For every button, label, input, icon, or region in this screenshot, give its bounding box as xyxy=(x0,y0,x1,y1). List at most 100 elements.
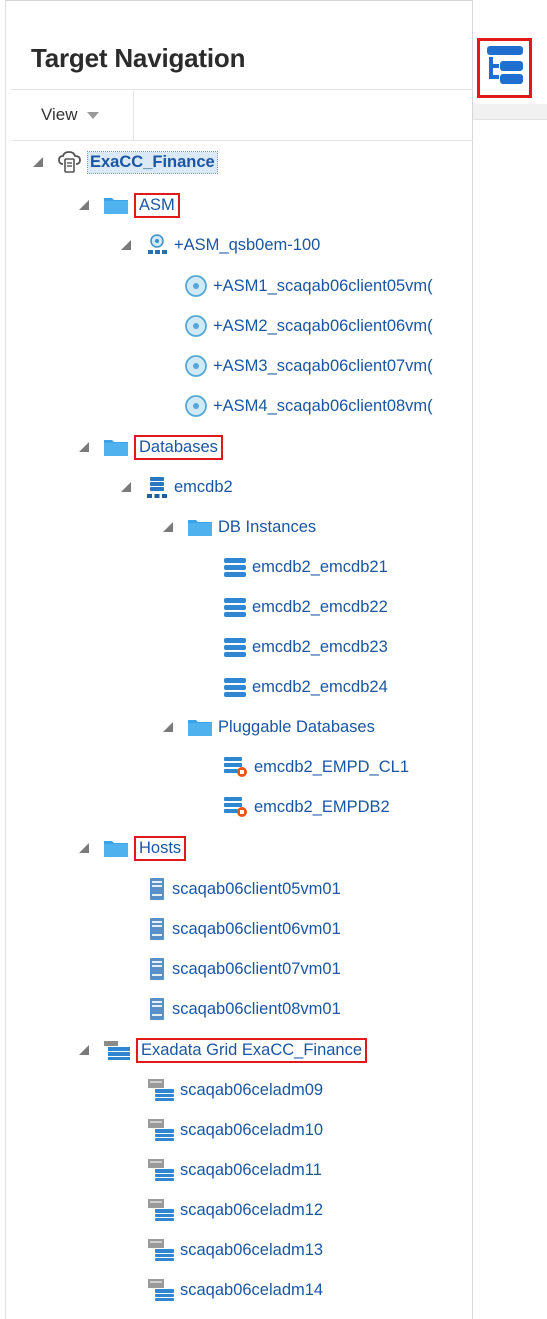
storage-cell-icon xyxy=(147,1198,175,1222)
tree-label-asm[interactable]: ASM xyxy=(134,192,180,218)
exadata-grid-icon xyxy=(103,1039,131,1061)
collapse-triangle-icon[interactable] xyxy=(79,442,89,452)
pluggable-database-icon xyxy=(223,755,249,779)
tree-node-db-instance[interactable]: emcdb2_emcdb21 xyxy=(223,548,388,586)
tree-label-exadata[interactable]: Exadata Grid ExaCC_Finance xyxy=(136,1037,368,1063)
db-instance-icon xyxy=(223,676,247,698)
tree-label-databases[interactable]: Databases xyxy=(134,434,223,460)
tree-node-asm-group[interactable]: ASM xyxy=(79,186,180,224)
tree-node-exadata-group[interactable]: Exadata Grid ExaCC_Finance xyxy=(79,1031,368,1069)
cloud-target-icon xyxy=(57,150,83,174)
tree-node-asm-instance[interactable]: +ASM3_scaqab06client07vm( xyxy=(184,347,433,385)
content-area xyxy=(473,0,547,1319)
panel-collapse-icon xyxy=(485,44,525,93)
tree-label-db-instance[interactable]: emcdb2_emcdb21 xyxy=(252,558,388,577)
tree-label-root[interactable]: ExaCC_Finance xyxy=(87,150,218,174)
tree-node-asm-instance[interactable]: +ASM1_scaqab06client05vm( xyxy=(184,267,433,305)
content-header-strip xyxy=(473,104,547,120)
tree-label-cell[interactable]: scaqab06celadm10 xyxy=(180,1121,323,1140)
tree-label-db-instances[interactable]: DB Instances xyxy=(218,518,316,537)
tree-label-pdb[interactable]: emcdb2_EMPD_CL1 xyxy=(254,758,409,777)
panel-title: Target Navigation xyxy=(31,43,246,73)
tree-label-host[interactable]: scaqab06client06vm01 xyxy=(172,920,341,939)
asm-instance-icon xyxy=(184,274,208,298)
collapse-triangle-icon[interactable] xyxy=(121,240,131,250)
tree-label-pdb-group[interactable]: Pluggable Databases xyxy=(218,718,375,737)
view-label: View xyxy=(41,105,78,124)
db-instance-icon xyxy=(223,596,247,618)
tree-label-database[interactable]: emcdb2 xyxy=(174,478,233,497)
asm-cluster-icon xyxy=(145,233,169,257)
tree-label-cell[interactable]: scaqab06celadm13 xyxy=(180,1241,323,1260)
tree-label-db-instance[interactable]: emcdb2_emcdb22 xyxy=(252,598,388,617)
collapse-triangle-icon[interactable] xyxy=(79,1045,89,1055)
tree-node-databases-group[interactable]: Databases xyxy=(79,428,223,466)
asm-instance-icon xyxy=(184,394,208,418)
tree-node-asm-cluster[interactable]: +ASM_qsb0em-100 xyxy=(121,226,320,264)
tree-node-db-instance[interactable]: emcdb2_emcdb22 xyxy=(223,588,388,626)
tree-label-cell[interactable]: scaqab06celadm09 xyxy=(180,1081,323,1100)
tree-toolbar: View xyxy=(11,89,473,141)
tree-node-cell[interactable]: scaqab06celadm11 xyxy=(147,1151,322,1189)
tree-node-cell[interactable]: scaqab06celadm14 xyxy=(147,1271,323,1309)
tree-node-pdb-group[interactable]: Pluggable Databases xyxy=(163,708,375,746)
tree-node-db-instance[interactable]: emcdb2_emcdb24 xyxy=(223,668,388,706)
tree-label-host[interactable]: scaqab06client08vm01 xyxy=(172,1000,341,1019)
folder-icon xyxy=(103,838,129,858)
tree-node-host[interactable]: scaqab06client05vm01 xyxy=(147,870,341,908)
storage-cell-icon xyxy=(147,1278,175,1302)
tree-node-pdb[interactable]: emcdb2_EMPD_CL1 xyxy=(223,748,409,786)
tree-node-pdb[interactable]: emcdb2_EMPDB2 xyxy=(223,788,390,826)
tree-node-db-instance[interactable]: emcdb2_emcdb23 xyxy=(223,628,388,666)
collapse-triangle-icon[interactable] xyxy=(163,522,173,532)
view-menu-button[interactable]: View xyxy=(11,90,134,140)
tree-node-cell[interactable]: scaqab06celadm09 xyxy=(147,1071,323,1109)
tree-node-host[interactable]: scaqab06client07vm01 xyxy=(147,950,341,988)
tree-node-root[interactable]: ExaCC_Finance xyxy=(33,143,218,181)
tree-label-asm-instance[interactable]: +ASM2_scaqab06client06vm( xyxy=(213,317,433,336)
tree-node-host[interactable]: scaqab06client08vm01 xyxy=(147,990,341,1028)
asm-instance-icon xyxy=(184,354,208,378)
tree-label-cell[interactable]: scaqab06celadm12 xyxy=(180,1201,323,1220)
chevron-down-icon xyxy=(86,111,99,119)
collapse-triangle-icon[interactable] xyxy=(79,200,89,210)
tree-label-asm-instance[interactable]: +ASM3_scaqab06client07vm( xyxy=(213,357,433,376)
folder-icon xyxy=(103,437,129,457)
tree-label-host[interactable]: scaqab06client05vm01 xyxy=(172,880,341,899)
collapse-triangle-icon[interactable] xyxy=(33,157,43,167)
tree-node-asm-instance[interactable]: +ASM4_scaqab06client08vm( xyxy=(184,387,433,425)
tree-node-database[interactable]: emcdb2 xyxy=(121,468,233,506)
tree-label-db-instance[interactable]: emcdb2_emcdb24 xyxy=(252,678,388,697)
tree-node-cell[interactable]: scaqab06celadm12 xyxy=(147,1191,323,1229)
collapse-triangle-icon[interactable] xyxy=(79,843,89,853)
tree-node-cell[interactable]: scaqab06celadm13 xyxy=(147,1231,323,1269)
folder-icon xyxy=(187,717,213,737)
host-icon xyxy=(147,877,167,901)
pluggable-database-icon xyxy=(223,795,249,819)
collapse-triangle-icon[interactable] xyxy=(163,722,173,732)
db-instance-icon xyxy=(223,556,247,578)
storage-cell-icon xyxy=(147,1158,175,1182)
storage-cell-icon xyxy=(147,1238,175,1262)
tree-node-asm-instance[interactable]: +ASM2_scaqab06client06vm( xyxy=(184,307,433,345)
tree-node-hosts-group[interactable]: Hosts xyxy=(79,829,187,867)
tree-label-host[interactable]: scaqab06client07vm01 xyxy=(172,960,341,979)
asm-instance-icon xyxy=(184,314,208,338)
tree-label-asm-instance[interactable]: +ASM1_scaqab06client05vm( xyxy=(213,277,433,296)
tree-node-cell[interactable]: scaqab06celadm10 xyxy=(147,1111,323,1149)
tree-label-cell[interactable]: scaqab06celadm11 xyxy=(180,1161,322,1180)
tree-label-asm-cluster[interactable]: +ASM_qsb0em-100 xyxy=(174,236,320,255)
tree-label-cell[interactable]: scaqab06celadm14 xyxy=(180,1281,323,1300)
host-icon xyxy=(147,997,167,1021)
db-instance-icon xyxy=(223,636,247,658)
folder-icon xyxy=(103,195,129,215)
tree-label-db-instance[interactable]: emcdb2_emcdb23 xyxy=(252,638,388,657)
panel-collapse-button[interactable] xyxy=(477,38,532,98)
tree-node-host[interactable]: scaqab06client06vm01 xyxy=(147,910,341,948)
tree-node-db-instances-group[interactable]: DB Instances xyxy=(163,508,316,546)
collapse-triangle-icon[interactable] xyxy=(121,482,131,492)
database-icon xyxy=(145,475,169,499)
tree-label-pdb[interactable]: emcdb2_EMPDB2 xyxy=(254,798,390,817)
tree-label-asm-instance[interactable]: +ASM4_scaqab06client08vm( xyxy=(213,397,433,416)
tree-label-hosts[interactable]: Hosts xyxy=(134,835,187,861)
